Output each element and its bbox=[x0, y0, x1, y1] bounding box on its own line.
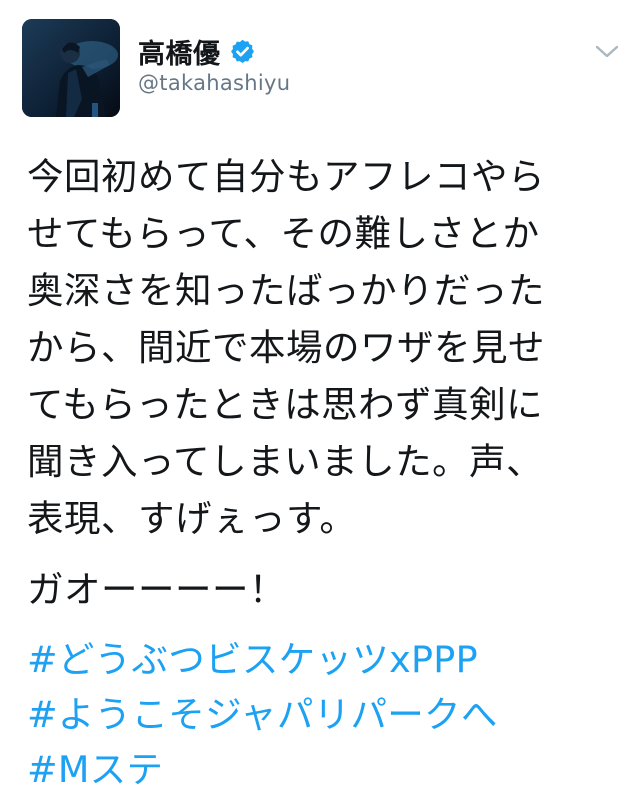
verified-badge-icon bbox=[230, 39, 254, 63]
display-name-row: 高橋優 bbox=[138, 32, 290, 71]
tweet-text-line: てもらったときは思わず真剣に bbox=[27, 383, 544, 426]
avatar[interactable] bbox=[22, 19, 120, 117]
tweet-text-line: 表現、すげぇっす。 bbox=[27, 497, 357, 540]
chevron-down-icon[interactable] bbox=[594, 43, 620, 61]
tweet-card: 高橋優 @takahashiyu 今回初めて自分もアフレコやら せてもらって、そ… bbox=[0, 0, 639, 805]
author-handle[interactable]: @takahashiyu bbox=[138, 71, 290, 95]
tweet-text-line: せてもらって、その難しさとか bbox=[27, 212, 540, 255]
display-name[interactable]: 高橋優 bbox=[138, 32, 221, 71]
tweet-header: 高橋優 @takahashiyu bbox=[22, 19, 622, 117]
author-info: 高橋優 @takahashiyu bbox=[138, 32, 290, 96]
hashtag-link[interactable]: #Mステ bbox=[27, 742, 627, 797]
tweet-exclamation: ガオーーーー！ bbox=[27, 568, 286, 611]
hashtag-link[interactable]: #どうぶつビスケッツxPPP bbox=[27, 632, 627, 687]
tweet-text-line: 奥深さを知ったばっかりだった bbox=[27, 269, 545, 312]
avatar-image bbox=[22, 19, 120, 117]
tweet-body: 今回初めて自分もアフレコやら せてもらって、その難しさとか 奥深さを知ったばっか… bbox=[27, 148, 627, 797]
tweet-text-line: 聞き入ってしまいました。声、 bbox=[27, 440, 544, 483]
tweet-text-line: から、間近で本場のワザを見せ bbox=[27, 326, 545, 369]
hashtag-link[interactable]: #ようこそジャパリパークへ bbox=[27, 687, 627, 742]
tweet-text-line: 今回初めて自分もアフレコやら bbox=[27, 155, 545, 198]
